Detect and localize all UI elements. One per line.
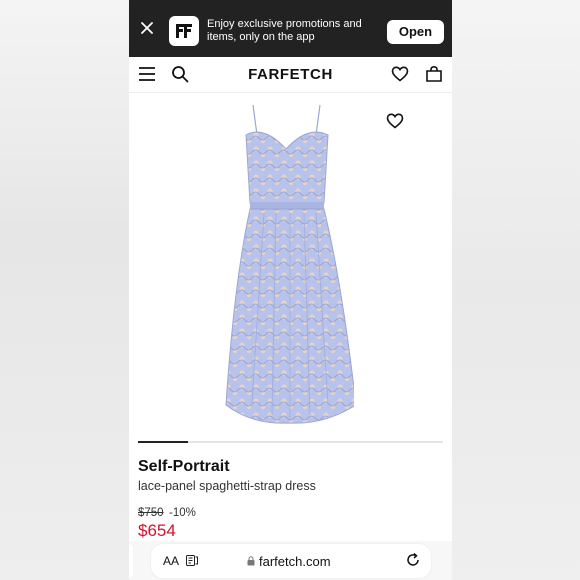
site-header: FARFETCH (129, 57, 452, 93)
product-brand[interactable]: Self-Portrait (138, 458, 230, 476)
image-pager (138, 441, 443, 443)
discount-badge: -10% (169, 507, 196, 519)
phone-screen: Enjoy exclusive promotions and items, on… (129, 0, 452, 580)
product-image-carousel[interactable] (129, 93, 452, 438)
close-icon[interactable] (139, 20, 155, 36)
text-size-button[interactable]: AA (163, 554, 179, 568)
sale-price: $654 (138, 521, 176, 540)
lock-icon (247, 556, 255, 566)
promo-text: Enjoy exclusive promotions and items, on… (207, 18, 362, 43)
reader-icon[interactable] (186, 555, 198, 566)
previous-tab-pill[interactable] (129, 544, 133, 578)
wishlist-heart-icon[interactable] (391, 65, 409, 83)
farfetch-logo-mark-icon (174, 21, 194, 41)
browser-toolbar: AA farfetch.com (129, 541, 452, 580)
url-text[interactable]: farfetch.com (259, 554, 331, 569)
text-size-label: AA (163, 554, 180, 568)
farfetch-app-icon (169, 16, 199, 46)
product-description: lace-panel spaghetti-strap dress (138, 479, 316, 493)
shopping-bag-icon[interactable] (425, 65, 443, 83)
background-left (0, 0, 129, 580)
address-bar[interactable]: AA farfetch.com (151, 544, 431, 578)
background-right (452, 0, 580, 580)
open-app-button[interactable]: Open (387, 20, 444, 44)
app-promo-banner: Enjoy exclusive promotions and items, on… (129, 0, 452, 57)
add-to-wishlist-heart-icon[interactable] (386, 112, 404, 130)
product-image-dress (225, 104, 354, 424)
reload-icon[interactable] (405, 552, 421, 568)
original-price: $750 (138, 507, 164, 519)
image-pager-active-segment (138, 441, 188, 443)
